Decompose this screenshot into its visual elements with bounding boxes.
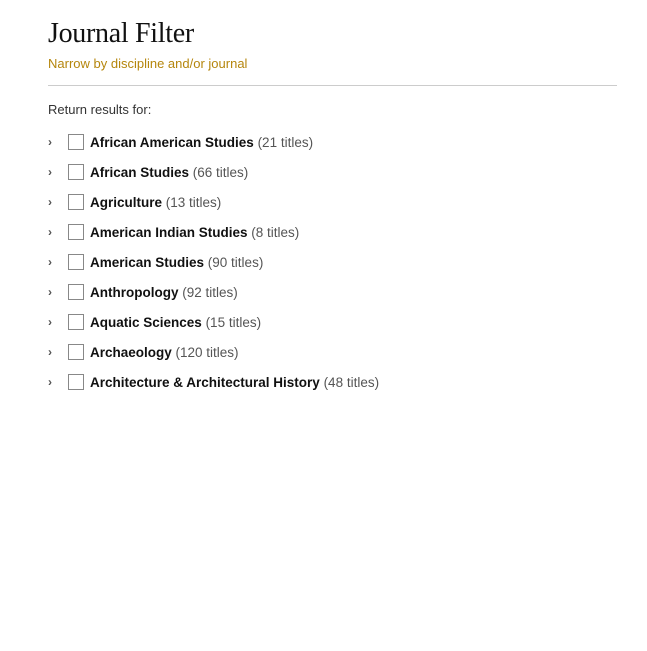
list-item: › Agriculture (13 titles)	[48, 187, 617, 217]
list-item: › American Indian Studies (8 titles)	[48, 217, 617, 247]
filter-item-label: African American Studies (21 titles)	[90, 135, 313, 150]
filter-checkbox[interactable]	[68, 284, 84, 300]
filter-checkbox[interactable]	[68, 374, 84, 390]
filter-list: › African American Studies (21 titles) › Af…	[48, 127, 617, 397]
return-label: Return results for:	[48, 102, 617, 117]
filter-checkbox[interactable]	[68, 254, 84, 270]
chevron-right-icon[interactable]: ›	[48, 195, 62, 209]
filter-checkbox[interactable]	[68, 164, 84, 180]
chevron-right-icon[interactable]: ›	[48, 255, 62, 269]
filter-checkbox[interactable]	[68, 134, 84, 150]
filter-checkbox[interactable]	[68, 344, 84, 360]
filter-item-label: African Studies (66 titles)	[90, 165, 248, 180]
filter-item-label: American Studies (90 titles)	[90, 255, 263, 270]
chevron-right-icon[interactable]: ›	[48, 315, 62, 329]
list-item: › African Studies (66 titles)	[48, 157, 617, 187]
filter-checkbox[interactable]	[68, 224, 84, 240]
filter-item-label: Aquatic Sciences (15 titles)	[90, 315, 261, 330]
chevron-right-icon[interactable]: ›	[48, 375, 62, 389]
filter-item-label: Anthropology (92 titles)	[90, 285, 238, 300]
chevron-right-icon[interactable]: ›	[48, 225, 62, 239]
chevron-right-icon[interactable]: ›	[48, 135, 62, 149]
divider	[48, 85, 617, 86]
filter-checkbox[interactable]	[68, 194, 84, 210]
list-item: › African American Studies (21 titles)	[48, 127, 617, 157]
list-item: › Aquatic Sciences (15 titles)	[48, 307, 617, 337]
chevron-right-icon[interactable]: ›	[48, 285, 62, 299]
list-item: › Archaeology (120 titles)	[48, 337, 617, 367]
filter-item-label: Archaeology (120 titles)	[90, 345, 239, 360]
filter-item-label: Architecture & Architectural History (48…	[90, 375, 379, 390]
list-item: › Architecture & Architectural History (4…	[48, 367, 617, 397]
filter-item-label: American Indian Studies (8 titles)	[90, 225, 299, 240]
subtitle: Narrow by discipline and/or journal	[48, 56, 617, 71]
list-item: › Anthropology (92 titles)	[48, 277, 617, 307]
chevron-right-icon[interactable]: ›	[48, 165, 62, 179]
chevron-right-icon[interactable]: ›	[48, 345, 62, 359]
filter-checkbox[interactable]	[68, 314, 84, 330]
page-title: Journal Filter	[48, 18, 617, 50]
filter-item-label: Agriculture (13 titles)	[90, 195, 221, 210]
list-item: › American Studies (90 titles)	[48, 247, 617, 277]
